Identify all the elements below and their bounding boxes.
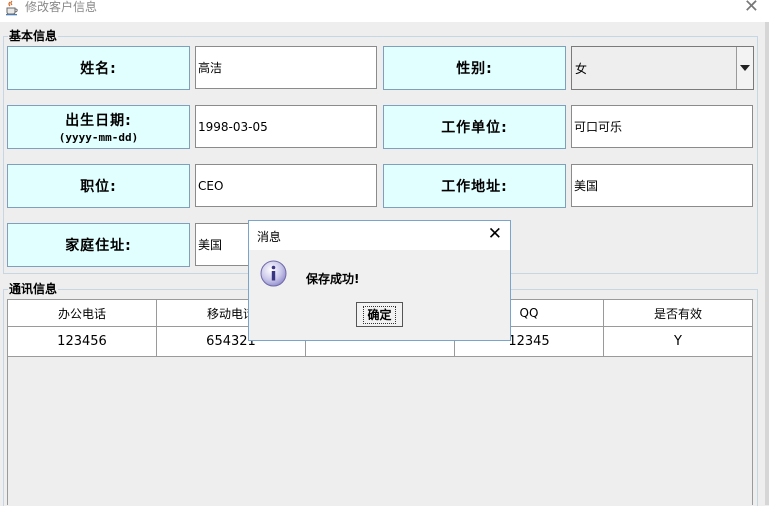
ok-button[interactable]: 确定 (356, 302, 403, 327)
gender-dropdown-button[interactable] (736, 47, 753, 89)
home-address-label: 家庭住址: (7, 223, 190, 267)
java-cup-icon (6, 0, 18, 16)
contact-info-title: 通讯信息 (8, 282, 59, 296)
table-cell[interactable]: 123456 (8, 327, 157, 356)
work-address-label: 工作地址: (383, 164, 566, 208)
dialog-titlebar: 消息 ✕ (249, 221, 510, 250)
window-title: 修改客户信息 (25, 0, 98, 14)
birth-date-format-hint: (yyyy-mm-dd) (58, 131, 139, 144)
position-label: 职位: (7, 164, 190, 208)
work-address-field-value: 美国 (574, 179, 599, 193)
dialog-message: 保存成功! (306, 272, 360, 286)
birth-date-label-text: 出生日期: (65, 113, 132, 129)
dialog-title: 消息 (257, 230, 282, 244)
window-close-icon[interactable]: ✕ (744, 0, 759, 17)
gender-label-text: 性别: (456, 61, 493, 77)
position-label-text: 职位: (80, 179, 117, 195)
birth-date-field[interactable]: 1998-03-05 (195, 105, 377, 148)
window-right-edge (765, 22, 769, 505)
employer-label-text: 工作单位: (441, 120, 508, 136)
gender-select-value: 女 (575, 61, 588, 76)
home-address-label-text: 家庭住址: (65, 238, 132, 254)
birth-date-field-value: 1998-03-05 (198, 119, 268, 134)
name-label: 姓名: (7, 46, 190, 90)
window-titlebar: 修改客户信息 ✕ (0, 0, 769, 22)
column-header-office-phone[interactable]: 办公电话 (8, 300, 157, 326)
ok-button-label: 确定 (363, 305, 396, 324)
name-label-text: 姓名: (80, 61, 117, 77)
employer-field[interactable]: 可口可乐 (571, 105, 753, 148)
chevron-down-icon (740, 65, 750, 71)
name-field[interactable]: 高洁 (195, 46, 377, 89)
gender-select[interactable]: 女 (571, 46, 754, 90)
work-address-field[interactable]: 美国 (571, 164, 753, 207)
message-dialog: 消息 ✕ 保存成功! 确定 (248, 220, 511, 341)
position-field[interactable]: CEO (195, 164, 377, 207)
table-cell[interactable]: Y (604, 327, 752, 356)
employer-field-value: 可口可乐 (574, 120, 623, 134)
info-icon (260, 260, 287, 287)
work-address-label-text: 工作地址: (441, 179, 508, 195)
employer-label: 工作单位: (383, 105, 566, 149)
position-field-value: CEO (198, 178, 224, 193)
birth-date-label: 出生日期: (yyyy-mm-dd) (7, 105, 190, 149)
name-field-value: 高洁 (198, 61, 223, 75)
home-address-field-value: 美国 (198, 238, 223, 252)
gender-label: 性别: (383, 46, 566, 90)
basic-info-title: 基本信息 (8, 29, 59, 43)
column-header-valid[interactable]: 是否有效 (604, 300, 752, 326)
dialog-close-icon[interactable]: ✕ (488, 224, 502, 244)
